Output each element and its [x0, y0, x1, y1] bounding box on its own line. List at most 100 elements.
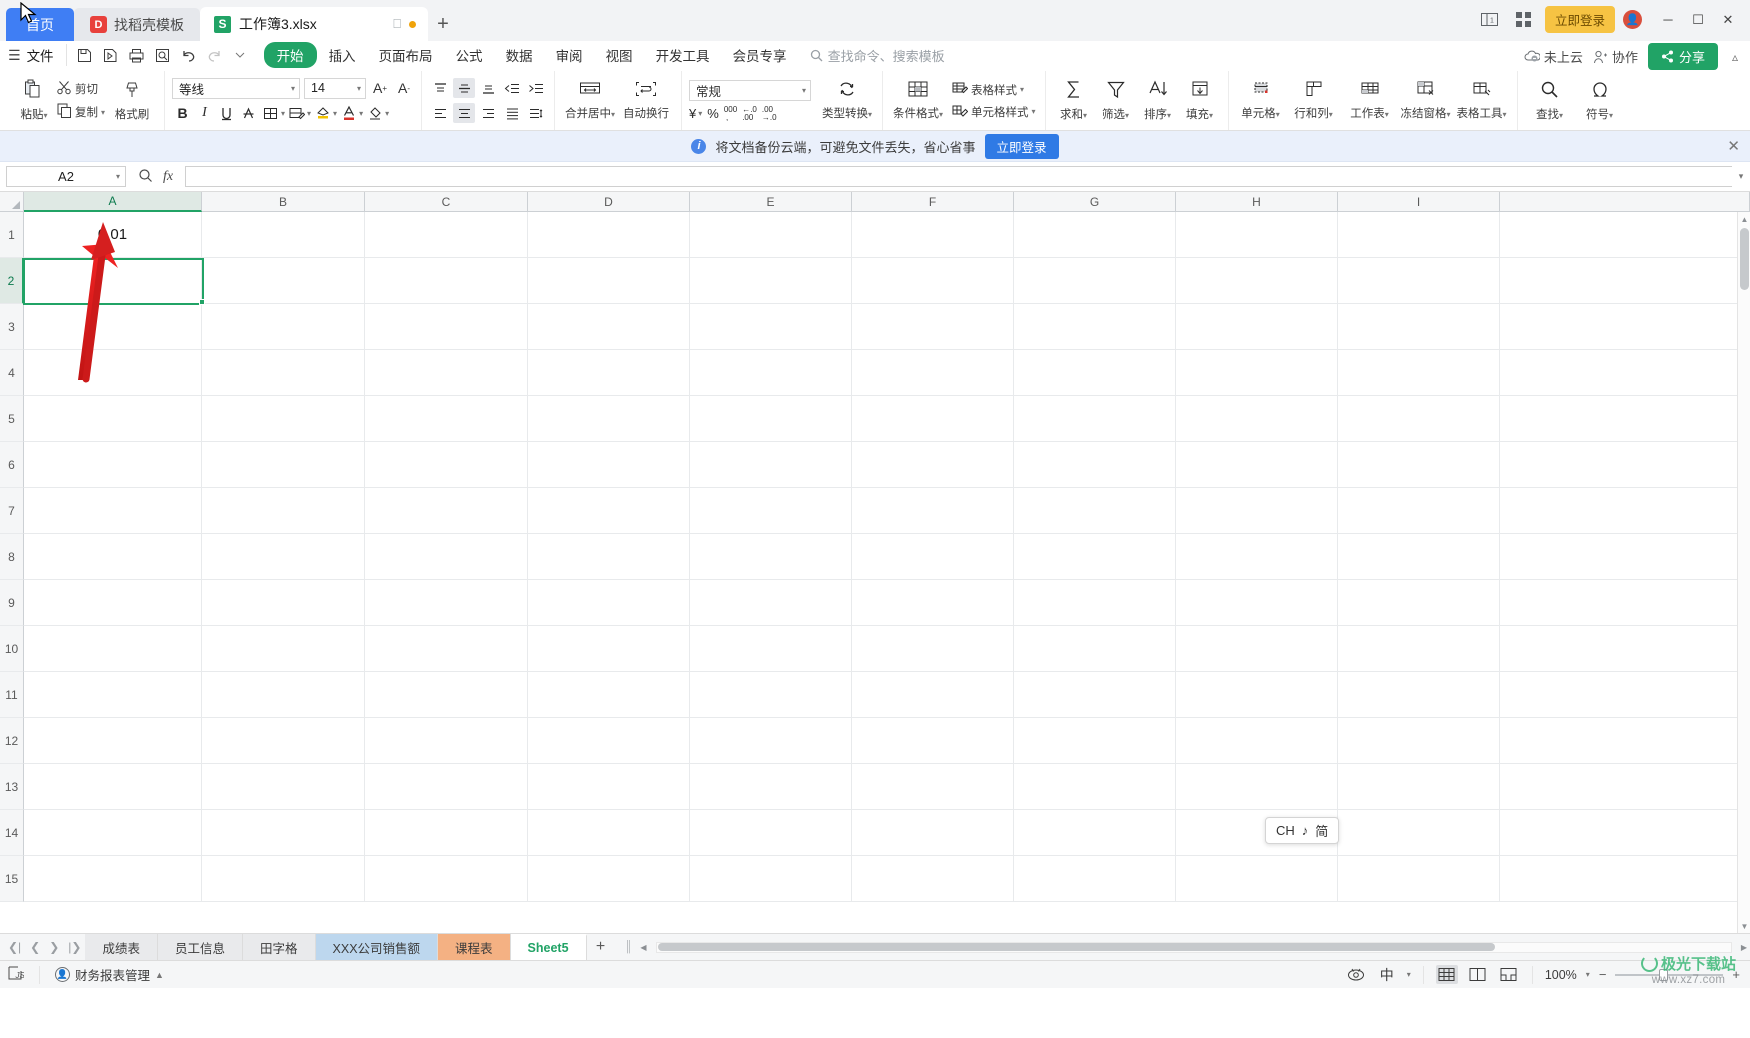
collapse-ribbon-icon[interactable]: ▵: [1728, 50, 1742, 64]
cell-E5[interactable]: [690, 396, 852, 442]
font-color-button[interactable]: [338, 103, 359, 124]
row-header-6[interactable]: 6: [0, 442, 24, 488]
cell-E14[interactable]: [690, 810, 852, 856]
row-header-13[interactable]: 13: [0, 764, 24, 810]
cell-D7[interactable]: [528, 488, 690, 534]
cell-button[interactable]: 单元格▾: [1236, 71, 1286, 130]
row-header-10[interactable]: 10: [0, 626, 24, 672]
cell-C9[interactable]: [365, 580, 528, 626]
distributed-align-button[interactable]: [525, 103, 547, 123]
cell-A4[interactable]: [24, 350, 202, 396]
cell-D2[interactable]: [528, 258, 690, 304]
cell-B7[interactable]: [202, 488, 365, 534]
share-button[interactable]: 分享: [1647, 43, 1718, 70]
row-header-1[interactable]: 1: [0, 212, 24, 258]
cell-C5[interactable]: [365, 396, 528, 442]
next-sheet-icon[interactable]: ❯: [49, 940, 59, 954]
menu-tab-view[interactable]: 视图: [595, 42, 644, 68]
cell-J11[interactable]: [1500, 672, 1750, 718]
number-format-select[interactable]: 常规 ▾: [689, 79, 812, 101]
increase-indent-button[interactable]: [525, 78, 547, 98]
cell-H5[interactable]: [1176, 396, 1338, 442]
freeze-panes-button[interactable]: 冻结窗格▾: [1398, 71, 1454, 130]
row-header-7[interactable]: 7: [0, 488, 24, 534]
save-as-icon[interactable]: [99, 44, 122, 66]
cell-C15[interactable]: [365, 856, 528, 902]
cell-E2[interactable]: [690, 258, 852, 304]
clear-format-button[interactable]: [364, 103, 385, 124]
cell-A2[interactable]: [24, 258, 202, 304]
type-convert-button[interactable]: 类型转换▾: [819, 71, 875, 130]
cell-H7[interactable]: [1176, 488, 1338, 534]
hscroll-left-icon[interactable]: ◀: [637, 943, 649, 952]
cell-E15[interactable]: [690, 856, 852, 902]
row-header-5[interactable]: 5: [0, 396, 24, 442]
cell-A6[interactable]: [24, 442, 202, 488]
menu-tab-start[interactable]: 开始: [263, 42, 317, 68]
zoom-in-button[interactable]: +: [1732, 967, 1740, 982]
percent-style-button[interactable]: %: [707, 106, 719, 121]
cell-C2[interactable]: [365, 258, 528, 304]
cell-F10[interactable]: [852, 626, 1014, 672]
decrease-decimal-button[interactable]: .00 →.0: [762, 105, 777, 122]
cell-D11[interactable]: [528, 672, 690, 718]
cell-F14[interactable]: [852, 810, 1014, 856]
menu-tab-vip[interactable]: 会员专享: [722, 42, 798, 68]
cell-B3[interactable]: [202, 304, 365, 350]
customize-qat-icon[interactable]: [229, 44, 252, 66]
cell-G10[interactable]: [1014, 626, 1176, 672]
sort-button[interactable]: 排序▾: [1137, 71, 1179, 130]
tab-list-icon[interactable]: 1: [1477, 8, 1503, 32]
cell-C12[interactable]: [365, 718, 528, 764]
horizontal-scrollbar[interactable]: [655, 941, 1732, 953]
cell-F12[interactable]: [852, 718, 1014, 764]
cell-B12[interactable]: [202, 718, 365, 764]
cell-D5[interactable]: [528, 396, 690, 442]
fill-effect-chevron-icon[interactable]: ▾: [307, 109, 311, 118]
cell-J5[interactable]: [1500, 396, 1750, 442]
copy-button[interactable]: 复制 ▾: [55, 102, 107, 122]
cell-A12[interactable]: [24, 718, 202, 764]
row-header-2[interactable]: 2: [0, 258, 24, 304]
cell-A5[interactable]: [24, 396, 202, 442]
cell-J13[interactable]: [1500, 764, 1750, 810]
cell-B15[interactable]: [202, 856, 365, 902]
underline-button[interactable]: [216, 103, 237, 124]
cell-H10[interactable]: [1176, 626, 1338, 672]
first-sheet-icon[interactable]: ❮|: [8, 940, 21, 954]
rows-cols-button[interactable]: 行和列▾: [1286, 71, 1342, 130]
last-sheet-icon[interactable]: |❯: [68, 940, 81, 954]
cloud-status-button[interactable]: 未上云: [1524, 47, 1583, 66]
cell-F15[interactable]: [852, 856, 1014, 902]
cell-G5[interactable]: [1014, 396, 1176, 442]
cell-I5[interactable]: [1338, 396, 1500, 442]
cell-H2[interactable]: [1176, 258, 1338, 304]
cell-J14[interactable]: [1500, 810, 1750, 856]
cell-E9[interactable]: [690, 580, 852, 626]
print-preview-icon[interactable]: [151, 44, 174, 66]
cell-J3[interactable]: [1500, 304, 1750, 350]
sheet-tab-chengjibiao[interactable]: 成绩表: [85, 933, 158, 961]
cell-E1[interactable]: [690, 212, 852, 258]
cell-C7[interactable]: [365, 488, 528, 534]
column-header-G[interactable]: G: [1014, 192, 1176, 212]
cell-F8[interactable]: [852, 534, 1014, 580]
cell-D3[interactable]: [528, 304, 690, 350]
cell-J2[interactable]: [1500, 258, 1750, 304]
add-sheet-button[interactable]: +: [587, 938, 615, 956]
page-break-preview-button[interactable]: [1498, 965, 1520, 984]
cell-A9[interactable]: [24, 580, 202, 626]
cell-I15[interactable]: [1338, 856, 1500, 902]
cell-B13[interactable]: [202, 764, 365, 810]
menu-tab-formula[interactable]: 公式: [445, 42, 494, 68]
cell-E3[interactable]: [690, 304, 852, 350]
row-header-4[interactable]: 4: [0, 350, 24, 396]
cell-J10[interactable]: [1500, 626, 1750, 672]
cell-E6[interactable]: [690, 442, 852, 488]
column-header-H[interactable]: H: [1176, 192, 1338, 212]
hamburger-icon[interactable]: ☰: [8, 47, 21, 64]
cell-C10[interactable]: [365, 626, 528, 672]
wrap-text-button[interactable]: 自动换行: [618, 71, 674, 130]
conditional-format-button[interactable]: 条件格式▾: [890, 71, 946, 130]
cell-H11[interactable]: [1176, 672, 1338, 718]
